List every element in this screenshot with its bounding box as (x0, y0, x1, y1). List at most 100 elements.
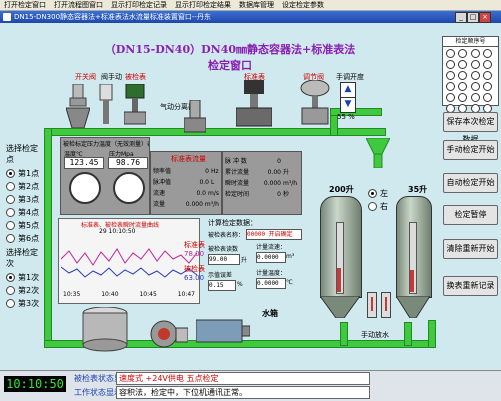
sequence-cell[interactable] (446, 71, 455, 80)
tank-200-cone (319, 295, 361, 319)
point-radio[interactable]: 第2点 (6, 180, 42, 193)
tank-35-fill (410, 270, 414, 292)
menu-item[interactable]: 显示打印检定结果 (171, 0, 235, 10)
action-button[interactable]: 检定暂停 (443, 205, 498, 225)
sequence-cell[interactable] (470, 93, 480, 102)
sequence-cell[interactable] (482, 49, 492, 58)
sequence-cell[interactable] (446, 82, 455, 91)
reading-value[interactable]: 99.00 (208, 254, 240, 265)
action-button[interactable]: 换表重新记录 (443, 276, 498, 296)
window-titlebar: DN15-DN300静态容器法+标准表法水流量标准装置窗口--丹东 _ □ × (0, 11, 501, 23)
point-selector-title: 选择检定点 (6, 144, 38, 164)
readout-row: 检定时间 0 秒 (225, 189, 299, 200)
motor-icon[interactable] (195, 316, 251, 344)
air-separator-icon[interactable] (183, 99, 207, 134)
check-meter-icon[interactable] (123, 83, 147, 126)
diverter-icon[interactable] (365, 137, 391, 169)
readout-value: 0 (277, 158, 281, 165)
std-flow-key: 频率值 (153, 168, 172, 175)
point-radio[interactable]: 第1点 (6, 167, 42, 180)
minimize-button[interactable]: _ (455, 12, 467, 23)
radio-dot (6, 195, 15, 204)
sequence-cell[interactable] (446, 49, 455, 58)
temp-value: 123.45 (64, 157, 104, 169)
std-flow-key: 脉冲值 (153, 179, 172, 186)
std-meter-icon[interactable] (235, 80, 273, 130)
std-flow-unit: m/s (208, 190, 219, 197)
sequence-cell[interactable] (458, 93, 468, 102)
water-tank-label: 水箱 (262, 309, 278, 318)
menu-item[interactable]: 显示打印检定记录 (107, 0, 171, 10)
reg-valve-icon[interactable] (300, 79, 330, 130)
point-radio[interactable]: 第4点 (6, 206, 42, 219)
trend-time-tick: 10:35 (63, 291, 81, 298)
radio-dot (368, 202, 377, 211)
sequence-cell[interactable] (482, 60, 492, 69)
sequence-grid: 检定顺序号 (442, 36, 499, 113)
action-button[interactable]: 手动检定开始 (443, 140, 498, 160)
sequence-cell[interactable] (470, 49, 480, 58)
drain-valve-left-icon[interactable] (367, 292, 377, 318)
sequence-cell[interactable] (470, 82, 480, 91)
menu-item[interactable]: 打开检定窗口 (0, 0, 50, 10)
trend-chart: 标准表、被检表瞬时流量曲线 29 10:10:50 10:35 10:40 10:4… (58, 218, 200, 304)
radio-dot (368, 189, 377, 198)
count-selector: 选择检定次 第1次 第2次 第3次 (6, 247, 42, 310)
count-radio-label: 第1次 (18, 273, 40, 282)
close-button[interactable]: × (479, 12, 491, 23)
drain-valve-right-icon[interactable] (381, 292, 391, 318)
sequence-cell[interactable] (458, 49, 468, 58)
pump-icon[interactable] (150, 318, 189, 350)
sequence-cell[interactable] (458, 71, 468, 80)
sequence-cell[interactable] (470, 71, 480, 80)
adjust-up-button[interactable]: ▲ (340, 82, 356, 98)
cal-temp-unit: ℃ (286, 279, 293, 286)
sequence-cell[interactable] (482, 71, 492, 80)
menu-item[interactable]: 打开流程图窗口 (50, 0, 107, 10)
sequence-cell[interactable] (446, 60, 455, 69)
pipe-tank-outlet-1 (340, 322, 348, 346)
count-radio[interactable]: 第3次 (6, 297, 42, 310)
window-title: DN15-DN300静态容器法+标准表法水流量标准装置窗口--丹东 (14, 13, 211, 21)
count-radio[interactable]: 第2次 (6, 284, 42, 297)
hand-adjust-label: 手调开度 (336, 73, 364, 81)
trend-line-std (60, 248, 198, 266)
cal-temp-value: 0.0000 (256, 278, 286, 289)
adjust-down-button[interactable]: ▼ (340, 97, 356, 113)
meter-name-value[interactable]: 00000 开启确定 (246, 229, 302, 240)
sequence-cell[interactable] (446, 93, 455, 102)
tank-35-cone (395, 295, 431, 319)
readout-value: 0 (277, 191, 281, 198)
hand-valve-icon[interactable] (98, 83, 114, 124)
maximize-button[interactable]: □ (467, 12, 479, 23)
sequence-cell[interactable] (458, 82, 468, 91)
point-radio[interactable]: 第5点 (6, 219, 42, 232)
sequence-cell[interactable] (470, 60, 480, 69)
tank-200-fill (337, 268, 341, 292)
action-button[interactable]: 自动检定开始 (443, 173, 498, 193)
point-radio-label: 第1点 (18, 169, 40, 178)
sequence-cell[interactable] (458, 60, 468, 69)
menu-item[interactable]: 设定检定参数 (278, 0, 328, 10)
sequence-grid-title: 检定顺序号 (443, 37, 498, 47)
calc-panel: 计算检定数据： 被检表名称： 00000 开启确定 被检表读数 99.00 升 … (208, 218, 302, 302)
std-flow-value: 0.0 (199, 179, 209, 186)
readout-key: 脉 冲 数 (225, 158, 247, 165)
radio-dot (6, 208, 15, 217)
diverter-left-radio[interactable]: 左 (368, 187, 388, 200)
sequence-cell[interactable] (482, 93, 492, 102)
point-radio[interactable]: 第3点 (6, 193, 42, 206)
reading-label: 被检表读数 (208, 246, 239, 253)
menu-item[interactable]: 数据库管理 (235, 0, 278, 10)
action-button[interactable]: 保存本次检定数据 (443, 112, 498, 144)
diverter-right-radio[interactable]: 右 (368, 200, 388, 213)
trend-time-tick: 10:45 (139, 291, 157, 298)
switch-valve-icon[interactable] (65, 83, 91, 129)
std-flow-unit: L (211, 179, 215, 186)
work-status-value: 容积法，检定中，下位机通讯正常。 (116, 386, 370, 399)
action-button[interactable]: 清除重新开始 (443, 239, 498, 259)
radio-dot (6, 273, 15, 282)
sequence-cell[interactable] (482, 82, 492, 91)
count-radio[interactable]: 第1次 (6, 271, 42, 284)
point-radio[interactable]: 第6点 (6, 232, 42, 245)
